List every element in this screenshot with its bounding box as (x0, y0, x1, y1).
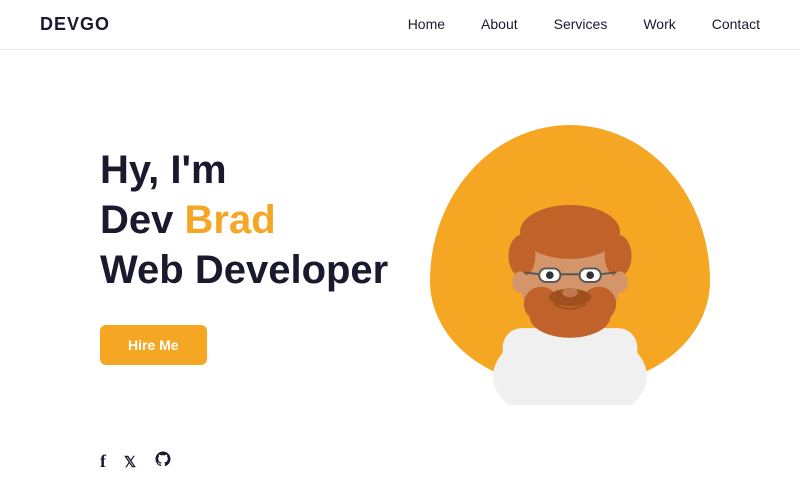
hero-name-prefix: Dev (100, 198, 185, 242)
nav-links: Home About Services Work Contact (408, 16, 760, 34)
hero-image-wrapper (420, 105, 720, 405)
facebook-icon[interactable]: f (100, 451, 106, 472)
twitter-icon[interactable]: 𝕏 (124, 453, 136, 471)
hero-role: Web Developer (100, 248, 388, 292)
brand-logo[interactable]: DEVGO (40, 14, 110, 35)
nav-link-home[interactable]: Home (408, 16, 445, 32)
nav-item-work[interactable]: Work (643, 16, 675, 34)
nav-item-contact[interactable]: Contact (712, 16, 760, 34)
nav-link-services[interactable]: Services (554, 16, 608, 32)
hire-me-button[interactable]: Hire Me (100, 325, 207, 365)
nav-link-work[interactable]: Work (643, 16, 675, 32)
hero-name-highlight: Brad (185, 198, 276, 242)
nav-item-about[interactable]: About (481, 16, 518, 34)
nav-link-contact[interactable]: Contact (712, 16, 760, 32)
nav-item-home[interactable]: Home (408, 16, 445, 34)
hero-greeting: Hy, I'm (100, 148, 227, 192)
nav-link-about[interactable]: About (481, 16, 518, 32)
nav-item-services[interactable]: Services (554, 16, 608, 34)
github-icon[interactable] (154, 450, 172, 473)
hero-person-image (455, 145, 685, 405)
navbar: DEVGO Home About Services Work Contact (0, 0, 800, 50)
person-illustration (460, 155, 680, 405)
hero-section: Hy, I'm Dev Brad Web Developer Hire Me (0, 50, 800, 440)
social-icons-bar: f 𝕏 (0, 440, 800, 483)
hero-text: Hy, I'm Dev Brad Web Developer Hire Me (100, 145, 420, 365)
hero-heading: Hy, I'm Dev Brad Web Developer (100, 145, 420, 295)
